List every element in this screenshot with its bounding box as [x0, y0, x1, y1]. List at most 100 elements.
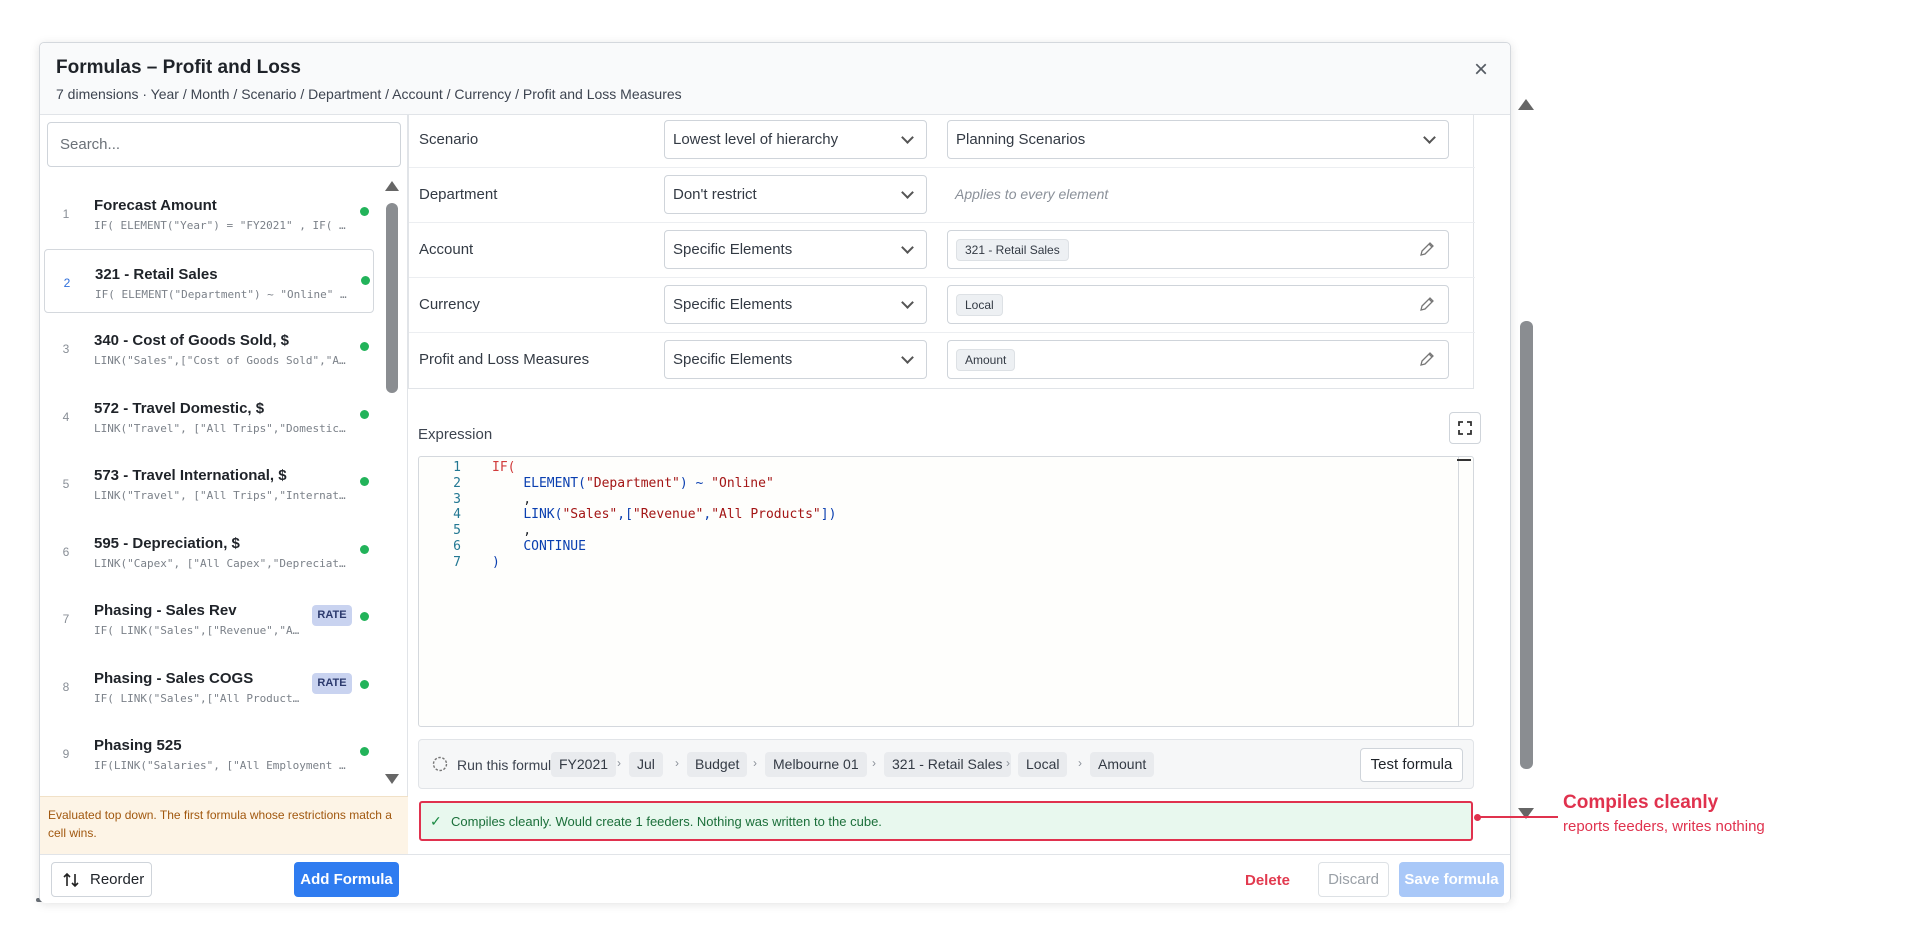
- formula-list-item[interactable]: 4 572 - Travel Domestic, $ LINK("Travel", …: [44, 384, 374, 448]
- code-token: ): [492, 554, 500, 570]
- scroll-down-arrow-icon[interactable]: [385, 774, 399, 784]
- restriction-mode-select[interactable]: Specific Elements: [664, 340, 927, 379]
- formula-number: 9: [62, 747, 70, 761]
- chevron-down-icon: [1423, 131, 1436, 144]
- chevron-down-icon: [901, 351, 914, 364]
- code-token: ,: [492, 523, 532, 539]
- target-icon: [432, 756, 448, 772]
- formula-list-item[interactable]: 6 595 - Depreciation, $ LINK("Capex", ["Al…: [44, 519, 374, 583]
- code-token: ,: [703, 507, 712, 523]
- element-chip: Local: [956, 294, 1003, 316]
- element-chip: Amount: [956, 349, 1016, 371]
- rate-badge: RATE: [312, 605, 352, 626]
- element-picker[interactable]: 321 - Retail Sales: [947, 230, 1449, 269]
- rate-badge: RATE: [312, 672, 352, 694]
- restriction-mode-select[interactable]: Specific Elements: [664, 230, 927, 269]
- pencil-icon[interactable]: [1418, 295, 1436, 313]
- modal-subtitle: 7 dimensions · Year / Month / Scenario /…: [56, 86, 682, 102]
- add-formula-button[interactable]: Add Formula: [294, 862, 399, 897]
- formula-list-item[interactable]: 2 321 - Retail Sales IF( ELEMENT("Departme…: [44, 248, 374, 313]
- scroll-up-arrow-icon[interactable]: [1518, 99, 1534, 110]
- code-editor[interactable]: 1 IF(2 ELEMENT("Department") ~ "Online" 3 …: [418, 456, 1474, 727]
- context-crumb[interactable]: Amount: [1090, 752, 1155, 777]
- status-dot-icon: [360, 544, 369, 554]
- restriction-mode-value: Don't restrict: [673, 186, 757, 203]
- restriction-mode-select[interactable]: Don't restrict: [664, 175, 927, 214]
- pencil-icon[interactable]: [1418, 350, 1436, 368]
- formula-number: 6: [62, 544, 70, 559]
- formula-name: 595 - Depreciation, $: [94, 534, 240, 552]
- editor-scrollbar[interactable]: [1458, 457, 1459, 726]
- code-token: "Department": [585, 475, 680, 491]
- code-text: LINK("Sales",["Revenue","All Products"]): [492, 505, 836, 525]
- formula-number: 2: [63, 275, 71, 290]
- context-crumb[interactable]: 321 - Retail Sales: [884, 752, 1011, 777]
- formula-number: 4: [62, 409, 70, 424]
- restriction-row: Currency Specific Elements Local: [409, 278, 1475, 333]
- editor-scroll-knob[interactable]: [1457, 459, 1471, 461]
- context-crumb[interactable]: Budget: [687, 752, 748, 777]
- callout-title: Compiles cleanly: [1563, 792, 1719, 813]
- formula-number: 5: [62, 477, 70, 491]
- callout-connector: [1478, 816, 1558, 818]
- formula-code-preview: IF( ELEMENT("Year") = "FY2021" , IF( …: [94, 219, 346, 232]
- element-picker[interactable]: Local: [947, 285, 1449, 324]
- status-dot-icon: [360, 342, 369, 351]
- fullscreen-button[interactable]: [1449, 412, 1481, 444]
- restriction-mode-value: Specific Elements: [673, 351, 793, 368]
- evaluation-note: Evaluated top down. The first formula wh…: [40, 796, 408, 854]
- context-crumb[interactable]: Melbourne 01: [765, 752, 867, 777]
- element-select[interactable]: Planning Scenarios: [947, 120, 1449, 159]
- expression-label: Expression: [418, 426, 493, 443]
- save-formula-button[interactable]: Save formula: [1399, 862, 1504, 897]
- formula-number: 8: [62, 679, 70, 694]
- formula-list: 1 Forecast Amount IF( ELEMENT("Year") = "F…: [40, 177, 408, 786]
- sort-arrows-icon: [63, 872, 79, 888]
- context-crumb[interactable]: FY2021: [551, 752, 617, 777]
- formula-name: Phasing 525: [94, 737, 182, 754]
- line-number: 7: [453, 554, 461, 570]
- list-scrollbar[interactable]: [385, 177, 399, 786]
- formula-list-item[interactable]: 3 340 - Cost of Goods Sold, $ LINK("Sales"…: [44, 316, 374, 380]
- test-formula-button[interactable]: Test formula: [1360, 748, 1463, 782]
- formula-list-item[interactable]: 8 Phasing - Sales COGS IF( LINK("Sales",["…: [44, 654, 374, 718]
- search-input[interactable]: [47, 122, 401, 167]
- formula-name: Phasing - Sales COGS: [94, 669, 254, 687]
- run-formula-bar: Run this formula at FY2021 › Jul › Budget › Me…: [418, 739, 1474, 789]
- code-token: "Online": [711, 475, 774, 491]
- formula-number: 1: [62, 207, 70, 221]
- formula-list-panel: 1 Forecast Amount IF( ELEMENT("Year") = "F…: [40, 115, 408, 854]
- editor-panel-scrollbar[interactable]: [1518, 99, 1534, 819]
- discard-button[interactable]: Discard: [1318, 862, 1389, 897]
- delete-button[interactable]: Delete: [1245, 872, 1290, 889]
- formula-name: 573 - Travel International, $: [94, 467, 287, 484]
- formula-list-item[interactable]: 1 Forecast Amount IF( ELEMENT("Year") = "F…: [44, 181, 374, 245]
- status-dot-icon: [361, 275, 370, 285]
- crumb-separator: ›: [1078, 756, 1082, 770]
- scroll-up-arrow-icon[interactable]: [385, 181, 399, 191]
- scroll-thumb[interactable]: [1520, 321, 1533, 769]
- restriction-mode-value: Specific Elements: [673, 296, 793, 313]
- chevron-down-icon: [901, 131, 914, 144]
- crumb-separator: ›: [675, 756, 679, 770]
- callout-dot: [1474, 814, 1481, 821]
- dimension-label: Profit and Loss Measures: [419, 351, 590, 368]
- context-crumb[interactable]: Local: [1018, 752, 1068, 777]
- restriction-mode-select[interactable]: Specific Elements: [664, 285, 927, 324]
- formula-editor-panel: Scenario Lowest level of hierarchy Plannin…: [408, 115, 1512, 854]
- restriction-mode-select[interactable]: Lowest level of hierarchy: [664, 120, 927, 159]
- expand-icon: [1458, 421, 1472, 435]
- code-token: "Revenue": [632, 507, 704, 523]
- scroll-thumb[interactable]: [386, 203, 398, 393]
- restriction-row: Scenario Lowest level of hierarchy Plannin…: [409, 115, 1475, 168]
- element-picker[interactable]: Amount: [947, 340, 1449, 379]
- reorder-button[interactable]: Reorder: [51, 862, 152, 897]
- check-icon: ✓: [430, 813, 442, 829]
- context-crumb[interactable]: Jul: [629, 752, 663, 777]
- pencil-icon[interactable]: [1418, 240, 1436, 258]
- formula-list-item[interactable]: 9 Phasing 525 IF(LINK("Salaries", ["All Em…: [44, 721, 374, 785]
- formula-list-item[interactable]: 7 Phasing - Sales Rev IF( LINK("Sales",["R…: [44, 586, 374, 650]
- formula-list-item[interactable]: 5 573 - Travel International, $ LINK("Trav…: [44, 451, 374, 515]
- close-icon[interactable]: ×: [1468, 57, 1494, 83]
